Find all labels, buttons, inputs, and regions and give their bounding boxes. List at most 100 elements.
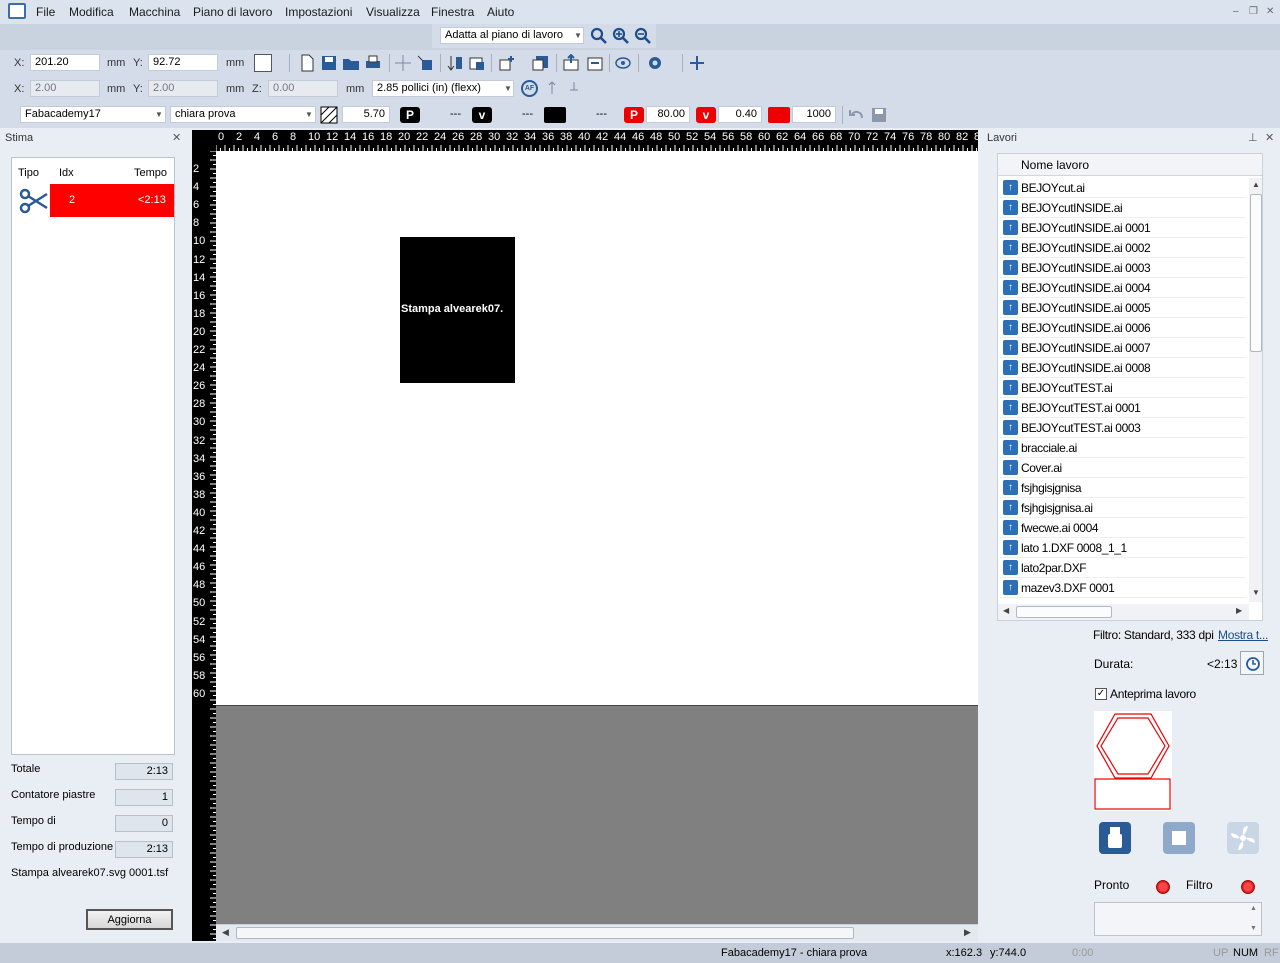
- scroll-up-icon[interactable]: ▲: [1252, 180, 1260, 189]
- app-icon[interactable]: [8, 3, 26, 19]
- material-select[interactable]: Fabacademy17: [20, 106, 166, 123]
- z-axis-icon[interactable]: [543, 80, 561, 98]
- list-item[interactable]: ↑ BEJOYcut.ai: [1000, 178, 1246, 198]
- scroll-left-icon[interactable]: ◀: [222, 927, 229, 938]
- menu-macchina[interactable]: Macchina: [129, 5, 180, 19]
- scroll-down-icon[interactable]: ▼: [1252, 588, 1260, 597]
- lavori-close-button[interactable]: ✕: [1265, 131, 1274, 144]
- menu-piano-di-lavoro[interactable]: Piano di lavoro: [193, 5, 272, 19]
- mostra-link[interactable]: Mostra t...: [1218, 628, 1268, 642]
- stack-icon[interactable]: [532, 54, 550, 72]
- list-item[interactable]: ↑ BEJOYcutINSIDE.ai 0005: [1000, 298, 1246, 318]
- zoom-select[interactable]: Adatta al piano di lavoro: [440, 27, 584, 44]
- stima-close-button[interactable]: ✕: [172, 131, 181, 144]
- search-icon[interactable]: [590, 27, 608, 45]
- list-item[interactable]: ↑ fsjhgisjgnisa.ai: [1000, 498, 1246, 518]
- list-item[interactable]: ↑ Cover.ai: [1000, 458, 1246, 478]
- open-icon[interactable]: [342, 54, 360, 72]
- column-tempo[interactable]: Tempo: [134, 167, 167, 179]
- column-tipo[interactable]: Tipo: [18, 167, 39, 179]
- list-item[interactable]: ↑ bracciale.ai: [1000, 438, 1246, 458]
- laser-settings-icon[interactable]: [688, 54, 706, 72]
- list-item[interactable]: ↑ BEJOYcutINSIDE.ai 0003: [1000, 258, 1246, 278]
- save-params-icon[interactable]: [870, 106, 888, 124]
- fan-button[interactable]: [1227, 822, 1259, 854]
- menu-visualizza[interactable]: Visualizza: [366, 5, 420, 19]
- frequency-field[interactable]: ---: [568, 106, 612, 123]
- cut-frequency-field[interactable]: 1000: [792, 106, 836, 123]
- layers-icon[interactable]: [468, 54, 486, 72]
- list-item[interactable]: ↑ fsjhgisjgnisa: [1000, 478, 1246, 498]
- cut-speed-field[interactable]: 0.40: [718, 106, 762, 123]
- pos-y-field[interactable]: 92.72: [148, 54, 218, 71]
- menu-impostazioni[interactable]: Impostazioni: [285, 5, 352, 19]
- scroll-thumb[interactable]: [1016, 606, 1112, 618]
- xyz-icon[interactable]: [565, 80, 583, 98]
- new-file-icon[interactable]: [298, 54, 316, 72]
- pos-x-field[interactable]: 201.20: [30, 54, 100, 71]
- table-row[interactable]: 2 <2:13: [12, 184, 174, 217]
- list-item[interactable]: ↑ BEJOYcutINSIDE.ai: [1000, 198, 1246, 218]
- job-list-header[interactable]: Nome lavoro: [998, 154, 1262, 176]
- vertical-scrollbar[interactable]: ▲ ▼: [1249, 178, 1262, 602]
- pin-icon[interactable]: ⊥: [1248, 131, 1258, 144]
- list-item[interactable]: ↑ fwecwe.ai 0004: [1000, 518, 1246, 538]
- import-icon[interactable]: [586, 54, 604, 72]
- print-icon[interactable]: [364, 54, 382, 72]
- size-z-field[interactable]: 0.00: [268, 80, 338, 97]
- timer-button[interactable]: [1240, 651, 1264, 675]
- size-y-field[interactable]: 2.00: [148, 80, 218, 97]
- list-item[interactable]: ↑ mazev3.DXF 0001: [1000, 578, 1246, 598]
- save-icon[interactable]: [320, 54, 338, 72]
- scroll-up-icon[interactable]: ▲: [1250, 905, 1257, 912]
- list-item[interactable]: ↑ BEJOYcutTEST.ai 0001: [1000, 398, 1246, 418]
- autofocus-icon[interactable]: AF: [521, 80, 538, 97]
- process-select[interactable]: chiara prova: [170, 106, 316, 123]
- anchor-icon[interactable]: [254, 54, 272, 72]
- horizontal-scrollbar[interactable]: ◀ ▶: [998, 604, 1249, 620]
- menu-modifica[interactable]: Modifica: [69, 5, 114, 19]
- menu-finestra[interactable]: Finestra: [431, 5, 474, 19]
- list-item[interactable]: ↑ BEJOYcutINSIDE.ai 0008: [1000, 358, 1246, 378]
- anteprima-checkbox[interactable]: ✓: [1095, 688, 1107, 700]
- horizontal-scrollbar[interactable]: ◀ ▶: [216, 924, 978, 941]
- scroll-left-icon[interactable]: ◀: [1003, 606, 1009, 615]
- menu-aiuto[interactable]: Aiuto: [487, 5, 514, 19]
- cut-power-field[interactable]: 80.00: [646, 106, 690, 123]
- list-item[interactable]: ↑ BEJOYcutINSIDE.ai 0004: [1000, 278, 1246, 298]
- usb-button[interactable]: [1099, 822, 1131, 854]
- close-button[interactable]: ✕: [1266, 6, 1274, 17]
- hatch-field[interactable]: 5.70: [342, 106, 390, 123]
- list-item[interactable]: ↑ BEJOYcutINSIDE.ai 0001: [1000, 218, 1246, 238]
- move-icon[interactable]: [416, 54, 434, 72]
- column-nome-lavoro[interactable]: Nome lavoro: [1021, 158, 1089, 172]
- focus-select[interactable]: 2.85 pollici (in) (flexx): [372, 80, 514, 97]
- speed-field[interactable]: ---: [494, 106, 538, 123]
- size-x-field[interactable]: 2.00: [30, 80, 100, 97]
- job-object[interactable]: Stampa alvearek07.: [400, 237, 515, 383]
- stop-button[interactable]: [1163, 822, 1195, 854]
- minimize-button[interactable]: –: [1233, 6, 1239, 17]
- list-item[interactable]: ↑ BEJOYcutINSIDE.ai 0007: [1000, 338, 1246, 358]
- list-item[interactable]: ↑ lato2par.DXF: [1000, 558, 1246, 578]
- menu-file[interactable]: File: [36, 5, 55, 19]
- scroll-right-icon[interactable]: ▶: [964, 927, 971, 938]
- list-item[interactable]: ↑ lato 1.DXF 0008_1_1: [1000, 538, 1246, 558]
- restore-button[interactable]: ❐: [1249, 6, 1258, 17]
- zoom-in-icon[interactable]: [612, 27, 630, 45]
- zoom-out-icon[interactable]: [634, 27, 652, 45]
- power-field[interactable]: ---: [422, 106, 466, 123]
- eye-icon[interactable]: [614, 54, 632, 72]
- column-idx[interactable]: Idx: [59, 167, 74, 179]
- scroll-right-icon[interactable]: ▶: [1236, 606, 1242, 615]
- work-area[interactable]: [216, 151, 978, 706]
- gear-icon[interactable]: [646, 54, 664, 72]
- list-item[interactable]: ↑ BEJOYcutINSIDE.ai 0002: [1000, 238, 1246, 258]
- list-item[interactable]: ↑ BEJOYcutTEST.ai 0003: [1000, 418, 1246, 438]
- list-item[interactable]: ↑ BEJOYcutINSIDE.ai 0006: [1000, 318, 1246, 338]
- aggiorna-button[interactable]: Aggiorna: [86, 909, 173, 930]
- crosshair-icon[interactable]: [394, 54, 412, 72]
- scroll-thumb[interactable]: [236, 927, 854, 939]
- sort-icon[interactable]: [446, 54, 464, 72]
- undo-icon[interactable]: [848, 106, 866, 124]
